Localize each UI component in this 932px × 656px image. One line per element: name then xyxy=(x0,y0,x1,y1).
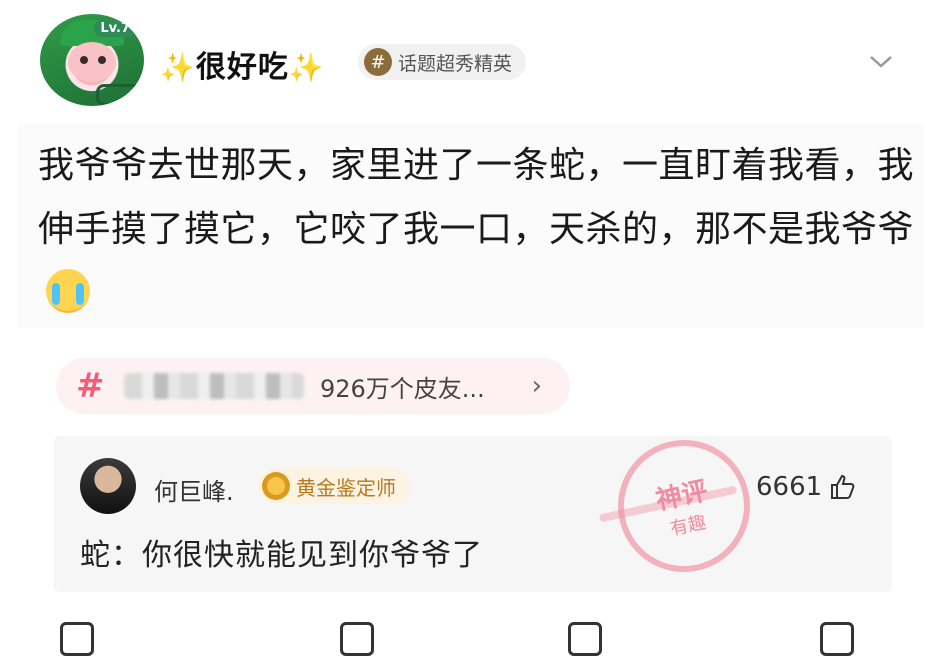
comment-like-button[interactable]: 6661 xyxy=(756,472,856,502)
username-text: 很好吃 xyxy=(195,50,289,85)
commenter-avatar[interactable] xyxy=(80,458,136,514)
thumbs-up-icon xyxy=(831,474,855,499)
comment-action[interactable] xyxy=(340,622,374,656)
post-body: 我爷爷去世那天，家里进了一条蛇，一直盯着我看，我伸手摸了摸它，它咬了我一口，天杀… xyxy=(18,124,924,328)
blurred-topic-name xyxy=(124,373,304,399)
avatar-level-badge: Lv.7 xyxy=(94,20,136,37)
sparkle-icon: ✨ xyxy=(288,51,325,84)
share-action[interactable] xyxy=(568,622,602,656)
forward-icon xyxy=(820,622,854,656)
topic-pill[interactable]: # 926万个皮友... › xyxy=(56,358,570,414)
comment-icon xyxy=(340,622,374,656)
chevron-down-icon[interactable] xyxy=(868,48,894,74)
hashtag-icon: # xyxy=(76,366,105,406)
forward-action[interactable] xyxy=(820,622,854,656)
like-action[interactable] xyxy=(60,622,94,656)
user-avatar[interactable]: Lv.7 xyxy=(40,14,144,106)
medal-icon xyxy=(262,472,290,500)
post-text: 我爷爷去世那天，家里进了一条蛇，一直盯着我看，我伸手摸了摸它，它咬了我一口，天杀… xyxy=(38,145,915,250)
user-title-badge[interactable]: # 话题超秀精英 xyxy=(358,44,527,80)
avatar-eye-right xyxy=(98,56,106,64)
chevron-right-icon: › xyxy=(531,371,542,401)
post-text-container: 我爷爷去世那天，家里进了一条蛇，一直盯着我看，我伸手摸了摸它，它咬了我一口，天杀… xyxy=(18,124,918,326)
share-icon xyxy=(568,622,602,656)
avatar-bike xyxy=(96,84,142,106)
topic-member-count: 926万个皮友... xyxy=(320,374,485,403)
avatar-face xyxy=(68,42,116,82)
commenter-rank-badge: 黄金鉴定师 xyxy=(258,468,410,504)
commenter-name[interactable]: 何巨峰. xyxy=(154,472,234,507)
sparkle-icon: ✨ xyxy=(160,51,196,84)
like-count: 6661 xyxy=(756,472,823,502)
rank-label: 黄金鉴定师 xyxy=(296,475,396,500)
badge-label: 话题超秀精英 xyxy=(398,52,513,75)
username[interactable]: ✨很好吃✨ xyxy=(160,42,325,86)
avatar-eye-left xyxy=(80,56,88,64)
thumbs-up-icon xyxy=(60,622,94,656)
comment-text: 蛇：你很快就能见到你爷爷了 xyxy=(80,538,483,573)
hashtag-icon: # xyxy=(364,48,392,76)
crying-face-icon xyxy=(46,269,90,313)
